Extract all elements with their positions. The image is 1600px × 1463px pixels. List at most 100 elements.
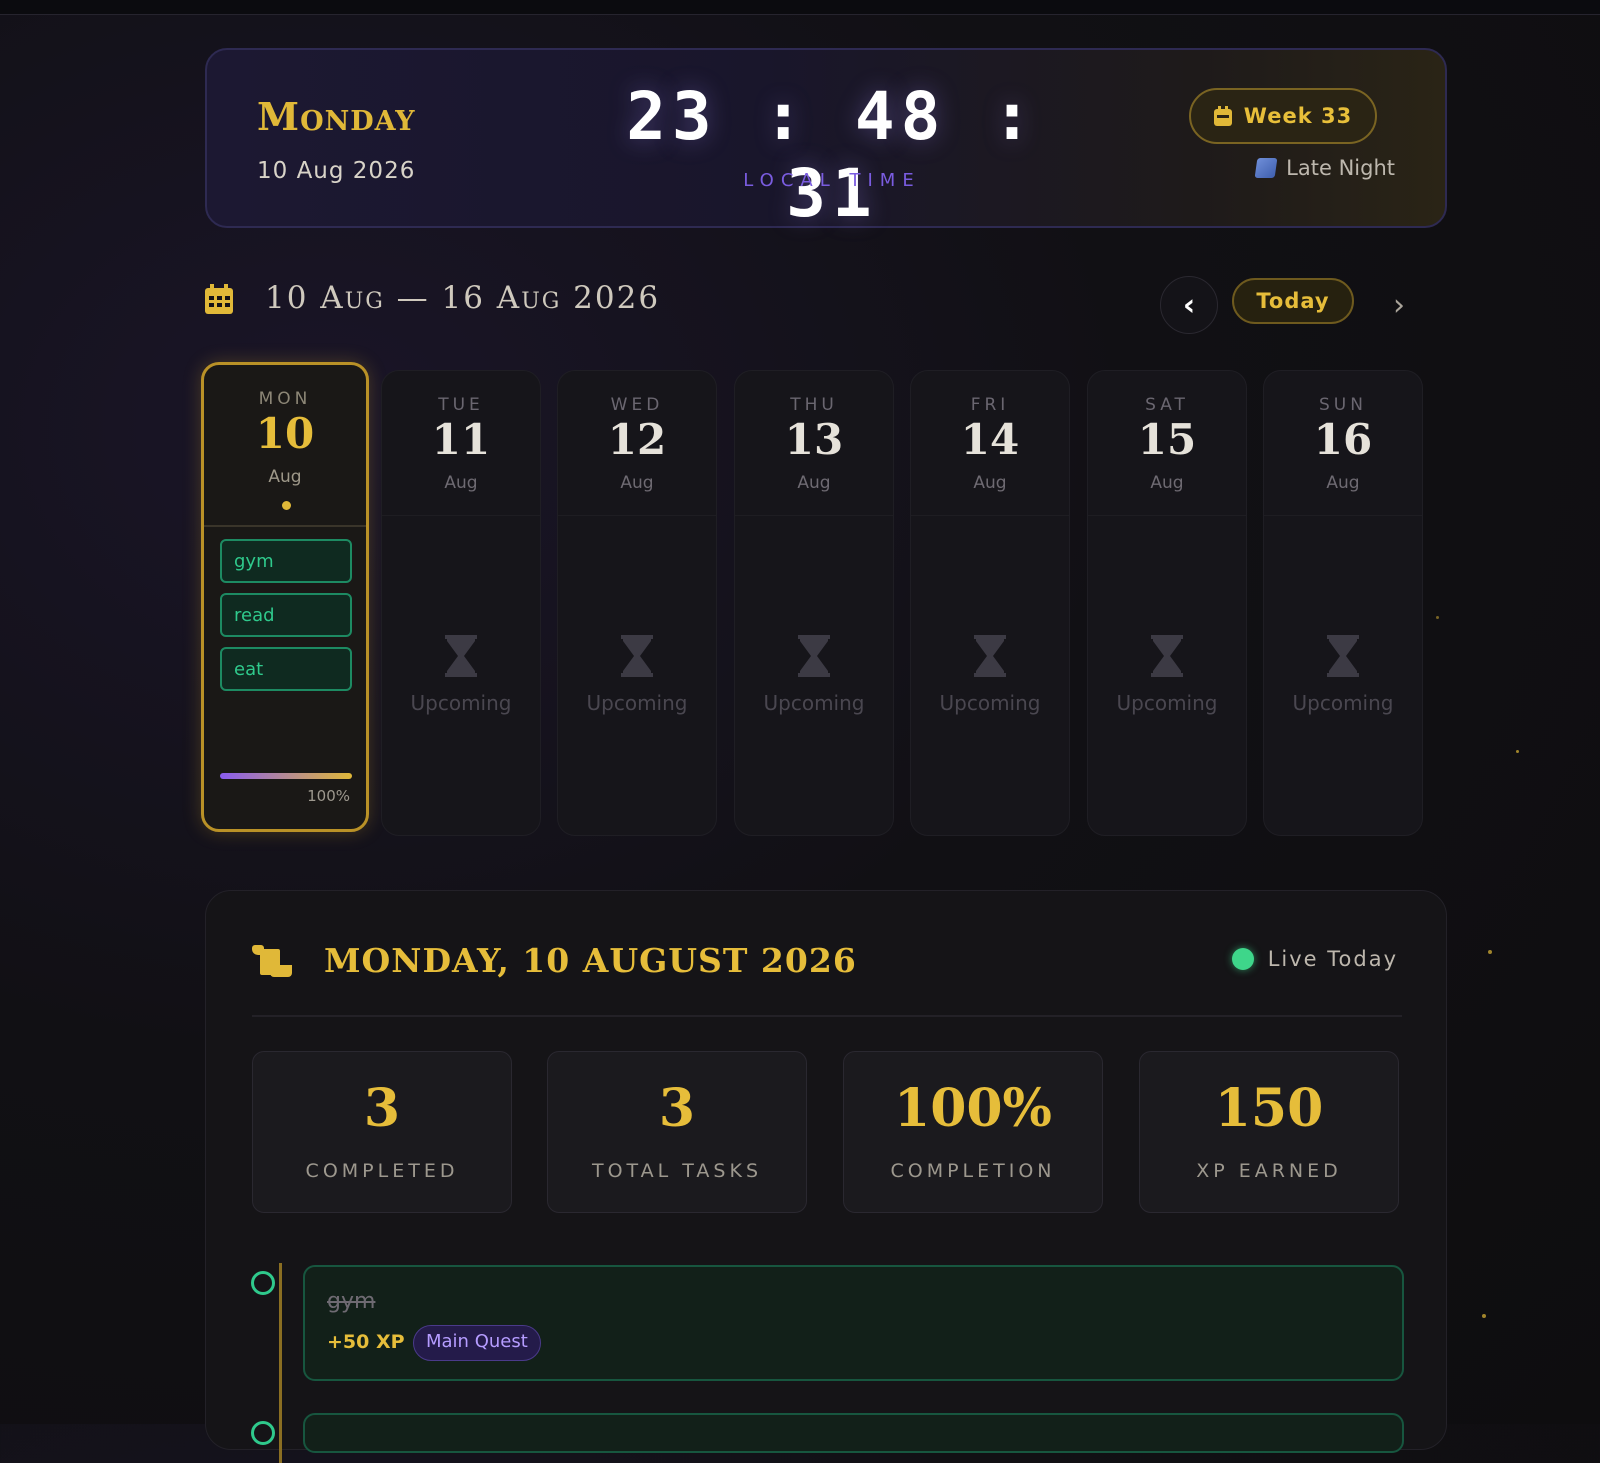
day-number: 11 bbox=[431, 415, 491, 464]
task-tag: Main Quest bbox=[413, 1325, 541, 1361]
day-phase-label: Late Night bbox=[1286, 156, 1395, 180]
upcoming-label: Upcoming bbox=[763, 691, 865, 715]
current-day-name: Monday bbox=[257, 94, 416, 139]
task-chip[interactable]: eat bbox=[220, 647, 352, 691]
stat-label: XP EARNED bbox=[1196, 1160, 1342, 1182]
hourglass-icon bbox=[445, 635, 477, 677]
day-number: 13 bbox=[784, 415, 844, 464]
day-number: 12 bbox=[607, 415, 667, 464]
sparkle-decoration bbox=[1436, 616, 1439, 619]
week-badge[interactable]: Week 33 bbox=[1189, 88, 1377, 144]
calendar-icon bbox=[1213, 106, 1232, 126]
divider bbox=[1088, 515, 1246, 516]
day-month: Aug bbox=[1150, 473, 1184, 493]
task-chip[interactable]: read bbox=[220, 593, 352, 637]
current-date: 10 Aug 2026 bbox=[257, 158, 416, 184]
stat-total-tasks: 3 TOTAL TASKS bbox=[547, 1051, 807, 1213]
day-phase: Late Night bbox=[1254, 156, 1395, 180]
day-column-thu[interactable]: THU 13 Aug Upcoming bbox=[734, 370, 894, 836]
sparkle-decoration bbox=[1488, 950, 1492, 954]
today-indicator-dot bbox=[282, 501, 291, 510]
timeline-node-icon bbox=[251, 1271, 275, 1295]
week-days: MON 10 Aug gym read eat 100% TUE 11 Aug … bbox=[201, 362, 1447, 840]
divider bbox=[735, 515, 893, 516]
divider bbox=[252, 1015, 1402, 1017]
clock-card: Monday 10 Aug 2026 23 : 48 : 31 LOCAL TI… bbox=[205, 48, 1447, 232]
live-indicator-icon bbox=[1231, 948, 1254, 970]
upcoming-label: Upcoming bbox=[939, 691, 1041, 715]
day-number: 14 bbox=[960, 415, 1020, 464]
top-bar bbox=[0, 0, 1600, 15]
stat-completion: 100% COMPLETION bbox=[843, 1051, 1103, 1213]
day-month: Aug bbox=[1326, 473, 1360, 493]
day-of-week: SUN bbox=[1319, 395, 1367, 415]
day-column-wed[interactable]: WED 12 Aug Upcoming bbox=[557, 370, 717, 836]
day-month: Aug bbox=[973, 473, 1007, 493]
night-sky-icon bbox=[1254, 158, 1278, 178]
divider bbox=[558, 515, 716, 516]
day-column-tue[interactable]: TUE 11 Aug Upcoming bbox=[381, 370, 541, 836]
week-badge-label: Week 33 bbox=[1243, 104, 1353, 128]
hourglass-icon bbox=[621, 635, 653, 677]
hourglass-icon bbox=[974, 635, 1006, 677]
stat-xp-earned: 150 XP EARNED bbox=[1139, 1051, 1399, 1213]
divider bbox=[204, 525, 366, 527]
stat-label: TOTAL TASKS bbox=[591, 1160, 763, 1182]
stat-value: 3 bbox=[658, 1078, 696, 1139]
task-item[interactable]: gym +50 XP Main Quest bbox=[303, 1265, 1404, 1381]
sparkle-decoration bbox=[1482, 1314, 1486, 1318]
timeline-line bbox=[279, 1263, 282, 1463]
stat-value: 100% bbox=[894, 1078, 1052, 1139]
task-chip[interactable]: gym bbox=[220, 539, 352, 583]
stat-label: COMPLETED bbox=[305, 1160, 459, 1182]
stat-label: COMPLETION bbox=[890, 1160, 1056, 1182]
day-number: 10 bbox=[255, 409, 315, 458]
day-of-week: WED bbox=[610, 395, 664, 415]
day-month: Aug bbox=[797, 473, 831, 493]
task-item[interactable] bbox=[303, 1413, 1404, 1453]
upcoming-label: Upcoming bbox=[410, 691, 512, 715]
hourglass-icon bbox=[1327, 635, 1359, 677]
live-status: Live Today bbox=[1231, 947, 1398, 971]
upcoming-label: Upcoming bbox=[1292, 691, 1394, 715]
live-status-label: Live Today bbox=[1267, 947, 1398, 971]
day-of-week: FRI bbox=[970, 395, 1010, 415]
hourglass-icon bbox=[798, 635, 830, 677]
divider bbox=[1264, 515, 1422, 516]
task-xp: +50 XP bbox=[327, 1331, 405, 1353]
day-progress-label: 100% bbox=[307, 787, 350, 805]
day-month: Aug bbox=[268, 467, 302, 487]
week-range: 10 Aug — 16 Aug 2026 bbox=[265, 280, 661, 316]
task-name: gym bbox=[327, 1289, 376, 1314]
day-progress-bar bbox=[220, 773, 352, 779]
calendar-icon bbox=[205, 284, 233, 314]
day-column-sun[interactable]: SUN 16 Aug Upcoming bbox=[1263, 370, 1423, 836]
divider bbox=[911, 515, 1069, 516]
previous-week-button[interactable]: ‹ bbox=[1160, 276, 1218, 334]
day-of-week: SAT bbox=[1145, 395, 1189, 415]
day-of-week: TUE bbox=[438, 395, 484, 415]
stat-value: 150 bbox=[1214, 1078, 1324, 1139]
chevron-left-icon: ‹ bbox=[1182, 287, 1196, 323]
next-week-button[interactable]: › bbox=[1370, 276, 1428, 334]
today-button[interactable]: Today bbox=[1232, 278, 1354, 324]
chevron-right-icon: › bbox=[1393, 287, 1405, 323]
hourglass-icon bbox=[1151, 635, 1183, 677]
week-navigation: 10 Aug — 16 Aug 2026 ‹ Today › bbox=[205, 276, 1447, 340]
day-column-sat[interactable]: SAT 15 Aug Upcoming bbox=[1087, 370, 1247, 836]
day-column-fri[interactable]: FRI 14 Aug Upcoming bbox=[910, 370, 1070, 836]
detail-title: MONDAY, 10 AUGUST 2026 bbox=[324, 941, 857, 980]
stat-completed: 3 COMPLETED bbox=[252, 1051, 512, 1213]
timeline-node-icon bbox=[251, 1421, 275, 1445]
local-time-label: LOCAL TIME bbox=[743, 170, 921, 191]
upcoming-label: Upcoming bbox=[1116, 691, 1218, 715]
upcoming-label: Upcoming bbox=[586, 691, 688, 715]
divider bbox=[382, 515, 540, 516]
day-column-mon[interactable]: MON 10 Aug gym read eat 100% bbox=[201, 362, 369, 832]
sparkle-decoration bbox=[1516, 750, 1519, 753]
day-month: Aug bbox=[620, 473, 654, 493]
day-number: 16 bbox=[1313, 415, 1373, 464]
day-of-week: MON bbox=[258, 389, 312, 409]
local-time-clock: 23 : 48 : 31 bbox=[626, 78, 1038, 232]
day-month: Aug bbox=[444, 473, 478, 493]
